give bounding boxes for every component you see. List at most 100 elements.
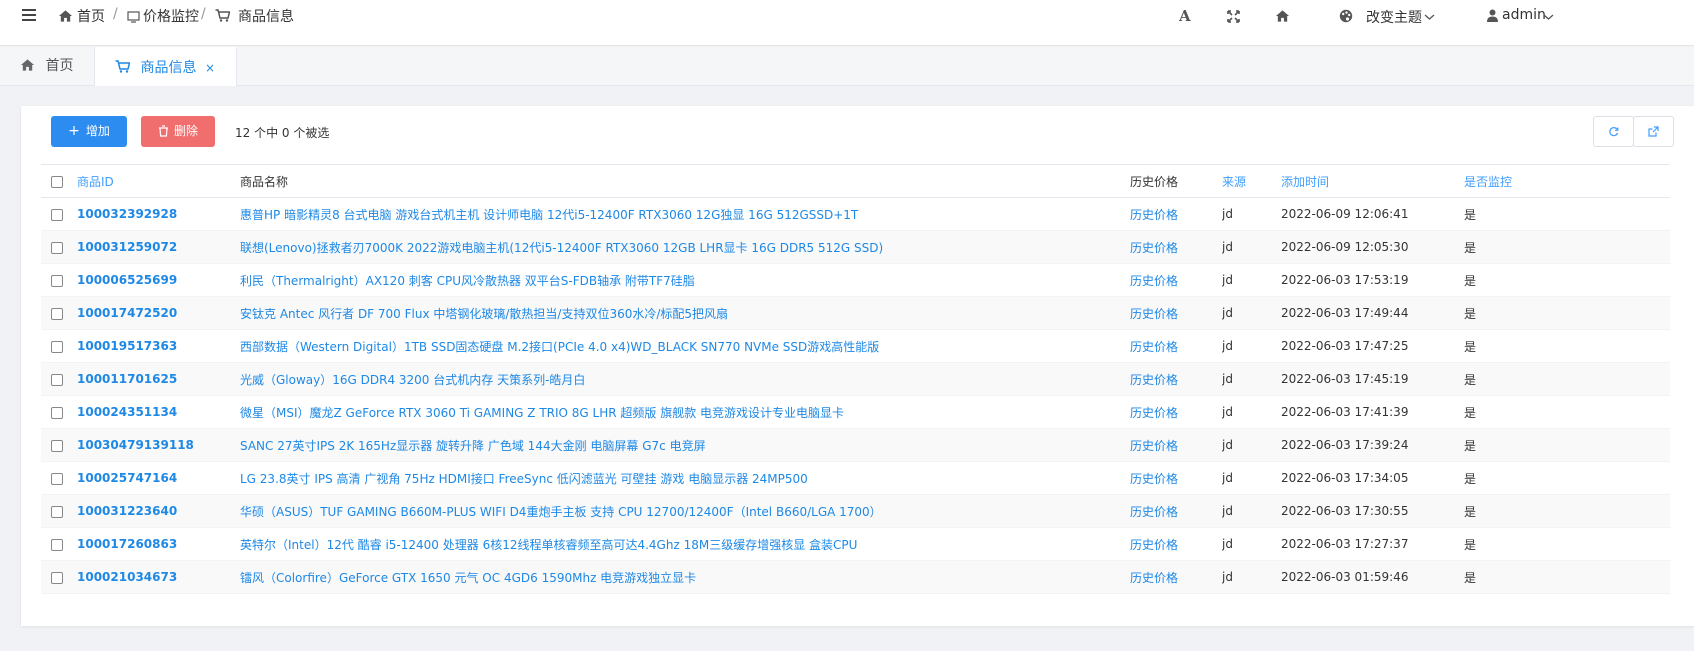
product-name-link[interactable]: 微星（MSI）魔龙Z GeForce RTX 3060 Ti GAMING Z …: [240, 395, 1130, 429]
history-price-link[interactable]: 历史价格: [1130, 296, 1222, 330]
source-cell: jd: [1222, 527, 1281, 561]
row-checkbox[interactable]: [51, 472, 63, 485]
row-checkbox[interactable]: [51, 373, 63, 386]
product-name-link[interactable]: 英特尔（Intel）12代 酷睿 i5-12400 处理器 6核12线程单核睿频…: [240, 527, 1130, 561]
added-time-cell: 2022-06-03 17:30:55: [1281, 494, 1464, 528]
product-name-link[interactable]: 联想(Lenovo)拯救者刃7000K 2022游戏电脑主机(12代i5-124…: [240, 230, 1130, 264]
row-checkbox[interactable]: [51, 406, 63, 419]
product-name-link[interactable]: 利民（Thermalright）AX120 刺客 CPU风冷散热器 双平台S-F…: [240, 263, 1130, 297]
table-row[interactable]: 100031223640 华硕（ASUS）TUF GAMING B660M-PLU…: [41, 494, 1670, 528]
history-price-link[interactable]: 历史价格: [1130, 494, 1222, 528]
product-name-link[interactable]: 安钛克 Antec 风行者 DF 700 Flux 中塔钢化玻璃/散热担当/支持…: [240, 296, 1130, 330]
home-icon: [20, 58, 35, 71]
source-cell: jd: [1222, 395, 1281, 429]
product-name-link[interactable]: LG 23.8英寸 IPS 高清 广视角 75Hz HDMI接口 FreeSyn…: [240, 461, 1130, 495]
breadcrumb-home[interactable]: 首页: [77, 6, 105, 26]
added-time-cell: 2022-06-03 17:45:19: [1281, 362, 1464, 396]
column-header-name: 商品名称: [240, 164, 1130, 198]
select-all-checkbox[interactable]: [51, 175, 63, 188]
row-checkbox[interactable]: [51, 208, 63, 221]
fullscreen-icon[interactable]: [1227, 9, 1240, 23]
product-name-link[interactable]: 西部数据（Western Digital）1TB SSD固态硬盘 M.2接口(P…: [240, 329, 1130, 363]
monitor-status-cell: 是: [1464, 329, 1670, 363]
row-checkbox[interactable]: [51, 505, 63, 518]
product-name-link[interactable]: 华硕（ASUS）TUF GAMING B660M-PLUS WIFI D4重炮手…: [240, 494, 1130, 528]
close-icon[interactable]: ×: [205, 49, 215, 88]
row-checkbox[interactable]: [51, 241, 63, 254]
history-price-link[interactable]: 历史价格: [1130, 527, 1222, 561]
home-icon[interactable]: [1275, 8, 1290, 23]
history-price-link[interactable]: 历史价格: [1130, 263, 1222, 297]
select-all-cell: [41, 164, 77, 198]
row-checkbox[interactable]: [51, 307, 63, 320]
added-time-cell: 2022-06-09 12:05:30: [1281, 230, 1464, 264]
row-checkbox[interactable]: [51, 538, 63, 551]
table-row[interactable]: 100011701625 光威（Gloway）16G DDR4 3200 台式机内…: [41, 362, 1670, 396]
theme-menu-label[interactable]: 改变主题: [1366, 7, 1422, 27]
row-checkbox[interactable]: [51, 340, 63, 353]
product-id-link[interactable]: 100021034673: [77, 560, 240, 594]
table-row[interactable]: 100006525699 利民（Thermalright）AX120 刺客 CPU…: [41, 263, 1670, 297]
product-id-link[interactable]: 100017472520: [77, 296, 240, 330]
refresh-button[interactable]: [1593, 116, 1634, 147]
added-time-cell: 2022-06-03 17:53:19: [1281, 263, 1464, 297]
product-id-link[interactable]: 100019517363: [77, 329, 240, 363]
breadcrumb-price-monitor[interactable]: 价格监控: [143, 6, 199, 26]
menu-toggle-icon[interactable]: [22, 9, 36, 23]
add-button[interactable]: + 增加: [51, 116, 127, 147]
product-name-link[interactable]: 光威（Gloway）16G DDR4 3200 台式机内存 天策系列-皓月白: [240, 362, 1130, 396]
added-time-cell: 2022-06-03 17:47:25: [1281, 329, 1464, 363]
user-icon: [1487, 8, 1498, 22]
column-header-id[interactable]: 商品ID: [77, 164, 240, 198]
product-id-link[interactable]: 100025747164: [77, 461, 240, 495]
column-header-added-time[interactable]: 添加时间: [1281, 164, 1464, 198]
product-name-link[interactable]: SANC 27英寸IPS 2K 165Hz显示器 旋转升降 广色域 144大金刚…: [240, 428, 1130, 462]
history-price-link[interactable]: 历史价格: [1130, 461, 1222, 495]
table-row[interactable]: 100025747164 LG 23.8英寸 IPS 高清 广视角 75Hz HD…: [41, 461, 1670, 495]
product-id-link[interactable]: 100024351134: [77, 395, 240, 429]
source-cell: jd: [1222, 263, 1281, 297]
column-header-monitor[interactable]: 是否监控: [1464, 164, 1670, 198]
product-id-link[interactable]: 10030479139118: [77, 428, 240, 462]
font-size-icon[interactable]: A: [1179, 7, 1191, 25]
product-id-link[interactable]: 100031223640: [77, 494, 240, 528]
history-price-link[interactable]: 历史价格: [1130, 329, 1222, 363]
history-price-link[interactable]: 历史价格: [1130, 560, 1222, 594]
table-row[interactable]: 100017260863 英特尔（Intel）12代 酷睿 i5-12400 处理…: [41, 527, 1670, 561]
delete-button[interactable]: 删除: [141, 116, 215, 147]
export-button[interactable]: [1633, 116, 1674, 147]
table-row[interactable]: 100024351134 微星（MSI）魔龙Z GeForce RTX 3060 …: [41, 395, 1670, 429]
product-id-link[interactable]: 100032392928: [77, 197, 240, 231]
tab-product-info[interactable]: 商品信息 ×: [95, 47, 237, 86]
add-button-label: 增加: [85, 124, 110, 138]
chevron-down-icon[interactable]: [1543, 9, 1554, 23]
table-row[interactable]: 100017472520 安钛克 Antec 风行者 DF 700 Flux 中塔…: [41, 296, 1670, 330]
row-checkbox[interactable]: [51, 439, 63, 452]
user-menu-label[interactable]: admin: [1502, 7, 1546, 23]
table-row[interactable]: 100021034673 镭风（Colorfire）GeForce GTX 165…: [41, 560, 1670, 594]
added-time-cell: 2022-06-03 17:27:37: [1281, 527, 1464, 561]
product-name-link[interactable]: 镭风（Colorfire）GeForce GTX 1650 元气 OC 4GD6…: [240, 560, 1130, 594]
history-price-link[interactable]: 历史价格: [1130, 428, 1222, 462]
row-checkbox[interactable]: [51, 274, 63, 287]
history-price-link[interactable]: 历史价格: [1130, 230, 1222, 264]
table-row[interactable]: 100032392928 惠普HP 暗影精灵8 台式电脑 游戏台式机主机 设计师电…: [41, 197, 1670, 231]
column-header-history: 历史价格: [1130, 164, 1222, 198]
tab-home[interactable]: 首页: [0, 47, 95, 86]
product-id-link[interactable]: 100011701625: [77, 362, 240, 396]
chevron-down-icon[interactable]: [1424, 9, 1435, 23]
history-price-link[interactable]: 历史价格: [1130, 362, 1222, 396]
history-price-link[interactable]: 历史价格: [1130, 395, 1222, 429]
monitor-status-cell: 是: [1464, 494, 1670, 528]
history-price-link[interactable]: 历史价格: [1130, 197, 1222, 231]
table-row[interactable]: 10030479139118 SANC 27英寸IPS 2K 165Hz显示器 旋…: [41, 428, 1670, 462]
row-checkbox[interactable]: [51, 571, 63, 584]
product-id-link[interactable]: 100006525699: [77, 263, 240, 297]
column-header-source[interactable]: 来源: [1222, 164, 1281, 198]
product-id-link[interactable]: 100031259072: [77, 230, 240, 264]
table-row[interactable]: 100031259072 联想(Lenovo)拯救者刃7000K 2022游戏电脑…: [41, 230, 1670, 264]
product-id-link[interactable]: 100017260863: [77, 527, 240, 561]
table-row[interactable]: 100019517363 西部数据（Western Digital）1TB SSD…: [41, 329, 1670, 363]
product-name-link[interactable]: 惠普HP 暗影精灵8 台式电脑 游戏台式机主机 设计师电脑 12代i5-1240…: [240, 197, 1130, 231]
added-time-cell: 2022-06-03 17:34:05: [1281, 461, 1464, 495]
